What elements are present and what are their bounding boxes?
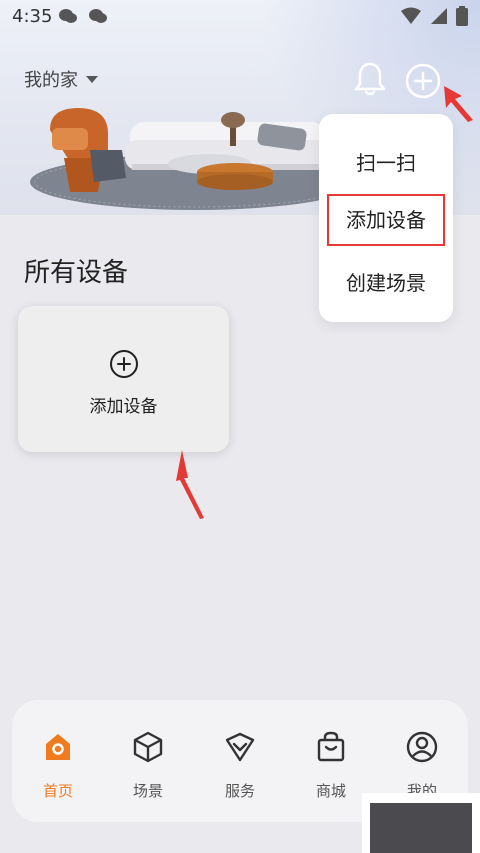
scan-menu-item[interactable]: 扫一扫	[319, 147, 453, 176]
home-icon	[46, 734, 70, 760]
nav-service-label: 服务	[224, 782, 255, 800]
annotation-arrow-icon	[444, 86, 473, 122]
nav-shop-label: 商城	[315, 782, 346, 800]
nav-home-label: 首页	[42, 782, 73, 800]
add-menu-button[interactable]	[404, 62, 442, 100]
home-selector[interactable]: 我的家	[24, 66, 98, 92]
nav-scene-label: 场景	[132, 782, 163, 800]
bell-icon[interactable]	[352, 60, 388, 98]
shield-heart-icon	[225, 732, 255, 762]
status-bar: 4:35	[0, 0, 480, 34]
add-device-card[interactable]: 添加设备	[18, 306, 229, 452]
user-icon	[406, 731, 438, 763]
wechat-icon	[89, 9, 107, 23]
nav-shop[interactable]: 商城	[296, 730, 366, 801]
section-title: 所有设备	[24, 258, 129, 288]
wifi-icon	[401, 7, 421, 24]
nav-service[interactable]: 服务	[205, 730, 275, 801]
add-device-menu-item[interactable]: 添加设备	[327, 194, 445, 246]
caret-down-icon	[86, 75, 98, 83]
nav-home[interactable]: 首页	[23, 730, 93, 801]
screenshot-thumbnail	[362, 793, 480, 853]
create-scene-menu-item[interactable]: 创建场景	[319, 267, 453, 296]
add-device-label: 添加设备	[89, 397, 158, 417]
nav-scene[interactable]: 场景	[113, 730, 183, 801]
home-title: 我的家	[24, 70, 78, 91]
wechat-icon	[59, 9, 77, 23]
thumbnail-image	[370, 803, 472, 853]
plus-circle-icon	[110, 350, 138, 378]
annotation-arrow-icon	[176, 450, 204, 519]
living-room-banner	[30, 108, 350, 210]
nav-mine[interactable]: 我的	[387, 730, 457, 801]
cube-icon	[133, 731, 163, 763]
battery-icon	[456, 6, 468, 26]
signal-icon	[431, 8, 447, 24]
shopping-bag-icon	[317, 731, 345, 762]
add-popup-menu: 扫一扫 添加设备 创建场景	[319, 114, 453, 322]
status-time: 4:35	[12, 6, 53, 27]
